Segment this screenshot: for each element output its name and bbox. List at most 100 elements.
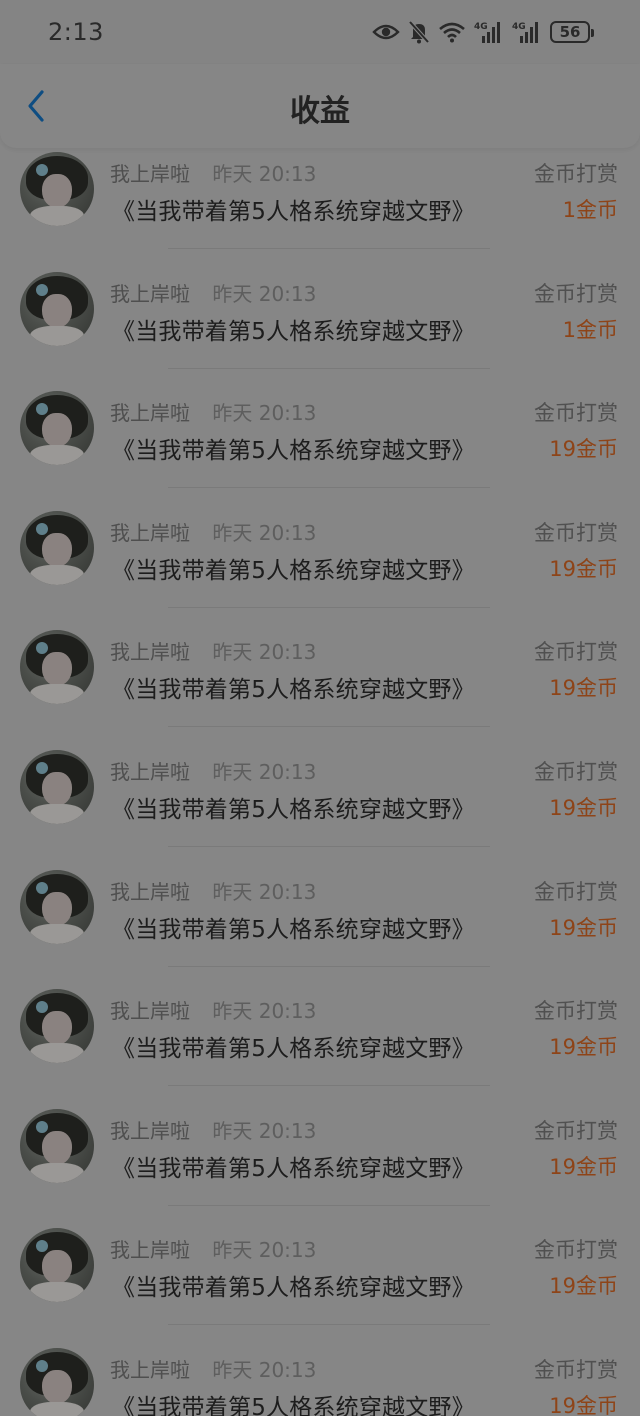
list-item[interactable]: 我上岸啦 昨天 20:13 《当我带着第5人格系统穿越文野》 金币打赏 19金币 [0,389,640,509]
sender-line: 我上岸啦 昨天 20:13 [110,517,316,546]
reward-time: 昨天 20:13 [212,1118,317,1143]
reward-amount: 19金币 [549,556,618,581]
reward-time: 昨天 20:13 [212,281,317,306]
list-item[interactable]: 我上岸啦 昨天 20:13 《当我带着第5人格系统穿越文野》 金币打赏 19金币 [0,509,640,629]
reward-time: 昨天 20:13 [212,1357,317,1382]
reward-amount: 19金币 [549,795,618,820]
divider [168,248,490,249]
reward-amount: 1金币 [562,317,618,342]
avatar[interactable] [20,510,94,585]
reward-type: 金币打赏 [534,759,618,784]
book-title: 《当我带着第5人格系统穿越文野》 [112,1275,475,1302]
sender-line: 我上岸啦 昨天 20:13 [110,876,316,905]
avatar[interactable] [20,391,94,466]
sender-name: 我上岸啦 [110,879,190,904]
reward-amount: 19金币 [549,1154,618,1179]
sender-line: 我上岸啦 昨天 20:13 [110,158,316,187]
book-title: 《当我带着第5人格系统穿越文野》 [112,1155,475,1182]
reward-type: 金币打赏 [534,999,618,1024]
divider [168,845,490,847]
sender-name: 我上岸啦 [110,281,190,306]
sender-line: 我上岸啦 昨天 20:13 [110,1234,316,1263]
divider [168,1324,490,1326]
divider [168,965,490,967]
divider [168,1204,490,1206]
book-title: 《当我带着第5人格系统穿越文野》 [112,1036,475,1063]
divider [168,1085,490,1087]
reward-type: 金币打赏 [534,281,618,306]
reward-type: 金币打赏 [534,1238,618,1263]
avatar[interactable] [20,271,94,346]
list-item[interactable]: 我上岸啦 昨天 20:13 《当我带着第5人格系统穿越文野》 金币打赏 19金币 [0,748,640,868]
battery-indicator: 56 [550,21,594,43]
reward-type: 金币打赏 [534,879,618,904]
reward-type: 金币打赏 [534,520,618,545]
reward-time: 昨天 20:13 [212,401,317,426]
book-title: 《当我带着第5人格系统穿越文野》 [112,677,475,704]
list-item[interactable]: 我上岸啦 昨天 20:13 《当我带着第5人格系统穿越文野》 金币打赏 1金币 [0,150,640,270]
reward-time: 昨天 20:13 [212,640,317,665]
avatar[interactable] [20,1108,94,1183]
sender-name: 我上岸啦 [110,640,190,665]
list-item[interactable]: 我上岸啦 昨天 20:13 《当我带着第5人格系统穿越文野》 金币打赏 19金币 [0,1346,640,1416]
reward-time: 昨天 20:13 [212,162,317,186]
svg-text:4G: 4G [512,22,526,32]
list-item[interactable]: 我上岸啦 昨天 20:13 《当我带着第5人格系统穿越文野》 金币打赏 1金币 [0,270,640,390]
list-item[interactable]: 我上岸啦 昨天 20:13 《当我带着第5人格系统穿越文野》 金币打赏 19金币 [0,1107,640,1227]
avatar[interactable] [20,749,94,824]
reward-amount: 19金币 [549,676,618,701]
book-title: 《当我带着第5人格系统穿越文野》 [112,1394,475,1416]
reward-list: 我上岸啦 昨天 20:13 《当我带着第5人格系统穿越文野》 金币打赏 1金币 … [0,150,640,1416]
sender-line: 我上岸啦 昨天 20:13 [110,756,316,785]
sender-name: 我上岸啦 [110,401,190,426]
status-bar: 2:13 4G 4G 56 [0,0,640,64]
reward-type: 金币打赏 [534,162,618,186]
sender-name: 我上岸啦 [110,759,190,784]
sender-line: 我上岸啦 昨天 20:13 [110,1115,316,1144]
list-item[interactable]: 我上岸啦 昨天 20:13 《当我带着第5人格系统穿越文野》 金币打赏 19金币 [0,868,640,988]
avatar[interactable] [20,989,94,1064]
reward-time: 昨天 20:13 [212,999,317,1024]
sender-line: 我上岸啦 昨天 20:13 [110,278,316,307]
book-title: 《当我带着第5人格系统穿越文野》 [112,916,475,943]
reward-type: 金币打赏 [534,640,618,665]
reward-amount: 19金币 [549,1274,618,1299]
sender-line: 我上岸啦 昨天 20:13 [110,1354,316,1383]
header: 收益 [0,64,640,148]
book-title: 《当我带着第5人格系统穿越文野》 [112,438,475,465]
avatar[interactable] [20,869,94,944]
avatar[interactable] [20,1228,94,1303]
book-title: 《当我带着第5人格系统穿越文野》 [112,557,475,584]
avatar[interactable] [20,630,94,705]
signal-4g-icon: 4G [512,20,542,44]
divider [168,606,490,608]
sender-name: 我上岸啦 [110,999,190,1024]
list-item[interactable]: 我上岸啦 昨天 20:13 《当我带着第5人格系统穿越文野》 金币打赏 19金币 [0,628,640,748]
sender-line: 我上岸啦 昨天 20:13 [110,397,316,426]
reward-type: 金币打赏 [534,1357,618,1382]
divider [168,487,490,489]
signal-4g-icon: 4G [474,20,504,44]
sender-name: 我上岸啦 [110,1357,190,1382]
list-item[interactable]: 我上岸啦 昨天 20:13 《当我带着第5人格系统穿越文野》 金币打赏 19金币 [0,987,640,1107]
divider [168,726,490,728]
sender-name: 我上岸啦 [110,162,190,186]
reward-time: 昨天 20:13 [212,759,317,784]
sender-line: 我上岸啦 昨天 20:13 [110,636,316,665]
eye-icon [372,22,400,42]
list-item[interactable]: 我上岸啦 昨天 20:13 《当我带着第5人格系统穿越文野》 金币打赏 19金币 [0,1226,640,1346]
avatar[interactable] [20,1347,94,1416]
sender-name: 我上岸啦 [110,1118,190,1143]
sender-line: 我上岸啦 昨天 20:13 [110,995,316,1024]
reward-amount: 19金币 [549,437,618,462]
avatar[interactable] [20,152,94,226]
book-title: 《当我带着第5人格系统穿越文野》 [112,199,475,225]
reward-amount: 19金币 [549,1393,618,1416]
book-title: 《当我带着第5人格系统穿越文野》 [112,796,475,823]
reward-amount: 19金币 [549,1035,618,1060]
reward-type: 金币打赏 [534,1118,618,1143]
page-title: 收益 [290,94,350,129]
reward-time: 昨天 20:13 [212,520,317,545]
book-title: 《当我带着第5人格系统穿越文野》 [112,318,475,345]
svg-text:4G: 4G [474,22,488,32]
